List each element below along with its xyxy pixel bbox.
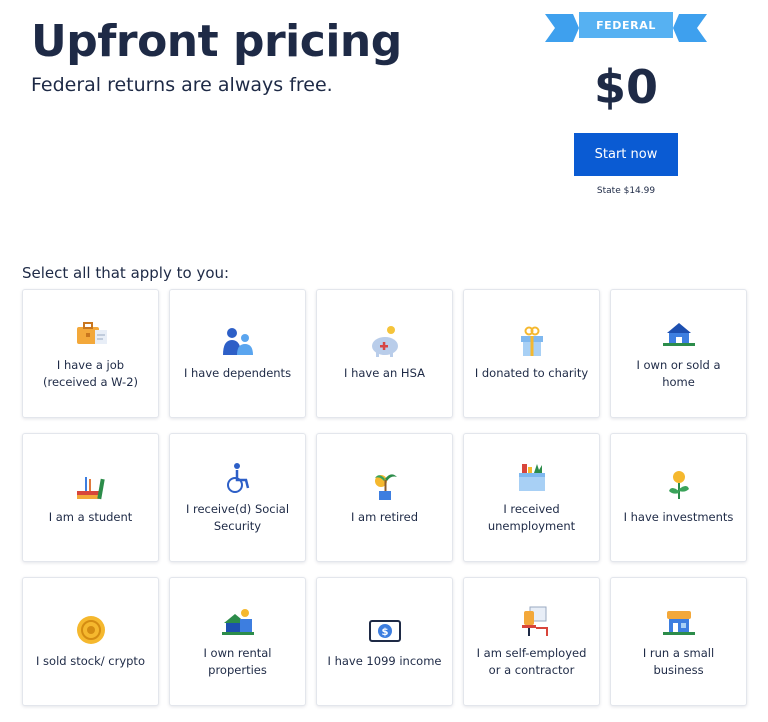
- option-card-small-business[interactable]: I run a small business: [610, 577, 747, 706]
- federal-ribbon-label: FEDERAL: [596, 19, 656, 32]
- option-card-stock-crypto[interactable]: I sold stock/ crypto: [22, 577, 159, 706]
- start-now-button[interactable]: Start now: [574, 133, 678, 176]
- option-card-investments[interactable]: I have investments: [610, 433, 747, 562]
- option-label: I donated to charity: [474, 366, 589, 380]
- option-card-1099[interactable]: $ I have 1099 income: [316, 577, 453, 706]
- page-title: Upfront pricing: [31, 16, 402, 67]
- option-label: I am a student: [48, 510, 133, 524]
- books-icon: [76, 477, 105, 500]
- option-card-charity[interactable]: I donated to charity: [463, 289, 600, 418]
- desk-chair-icon: [521, 606, 548, 636]
- option-card-unemployment[interactable]: I received unemployment: [463, 433, 600, 562]
- option-card-rental[interactable]: I own rental properties: [169, 577, 306, 706]
- option-label: I have investments: [623, 510, 734, 524]
- option-card-student[interactable]: I am a student: [22, 433, 159, 562]
- coin-icon: [76, 616, 105, 644]
- house-icon: [662, 322, 695, 346]
- storefront-icon: [662, 610, 695, 635]
- option-label: I receive(d) Social Security: [185, 501, 290, 533]
- cash-icon: $: [368, 620, 401, 642]
- option-card-social-security[interactable]: I receive(d) Social Security: [169, 433, 306, 562]
- gift-box-icon: [520, 326, 543, 356]
- option-label: I am retired: [350, 510, 419, 524]
- piggy-bank-icon: [371, 326, 398, 357]
- option-label: I own or sold a home: [636, 357, 721, 389]
- wheelchair-icon: [226, 462, 249, 493]
- briefcase-icon: [76, 321, 107, 344]
- page-subtitle: Federal returns are always free.: [31, 74, 333, 96]
- option-label: I have dependents: [183, 366, 292, 380]
- option-label: I received unemployment: [487, 501, 576, 533]
- option-label: I have 1099 income: [327, 654, 442, 668]
- option-card-dependents[interactable]: I have dependents: [169, 289, 306, 418]
- state-price-note: State $14.99: [596, 186, 656, 196]
- option-label: I am self-employed or a contractor: [476, 645, 587, 677]
- federal-price-panel: FEDERAL $0 Start now State $14.99: [545, 12, 707, 202]
- situation-prompt: Select all that apply to you:: [22, 264, 230, 282]
- rental-house-icon: [221, 608, 254, 635]
- option-label: I have a job (received a W-2): [42, 357, 139, 389]
- option-card-retired[interactable]: I am retired: [316, 433, 453, 562]
- plant-coin-icon: [668, 471, 689, 499]
- family-icon: [222, 328, 253, 355]
- svg-text:$: $: [381, 627, 388, 638]
- situation-grid: I have a job (received a W-2) I have dep…: [22, 289, 747, 706]
- federal-price: $0: [593, 60, 658, 114]
- option-card-home[interactable]: I own or sold a home: [610, 289, 747, 418]
- option-card-job[interactable]: I have a job (received a W-2): [22, 289, 159, 418]
- option-card-hsa[interactable]: I have an HSA: [316, 289, 453, 418]
- option-label: I own rental properties: [203, 645, 272, 677]
- box-icon: [518, 463, 545, 491]
- palm-tree-icon: [374, 474, 397, 500]
- option-label: I have an HSA: [344, 366, 425, 380]
- option-label: I run a small business: [642, 645, 715, 677]
- option-label: I sold stock/ crypto: [36, 654, 145, 668]
- option-card-self-employed[interactable]: I am self-employed or a contractor: [463, 577, 600, 706]
